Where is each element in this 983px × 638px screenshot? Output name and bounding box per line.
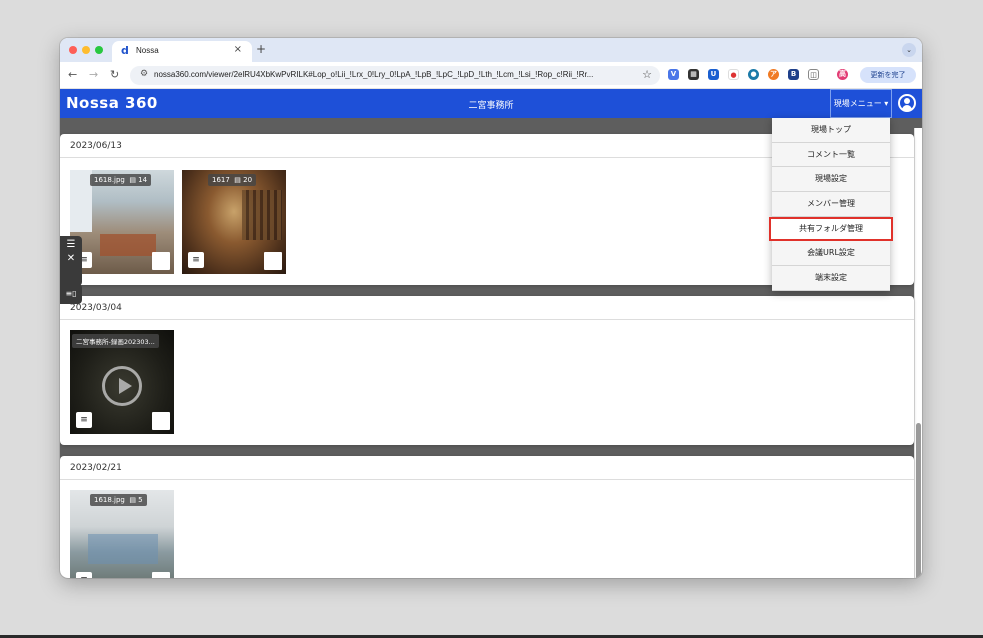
compass-extension-icon[interactable]: ● (748, 69, 759, 80)
section-date: 2023/03/04 (60, 296, 914, 320)
vivaldi-extension-icon[interactable]: V (668, 69, 679, 80)
profile-avatar[interactable]: 高 (837, 69, 848, 80)
select-checkbox[interactable] (264, 252, 282, 270)
menu-item-site-top[interactable]: 現場トップ (772, 118, 890, 143)
menu-item-meeting-url-settings[interactable]: 会議URL設定 (772, 241, 890, 267)
site-menu-dropdown: 現場トップ コメント一覧 現場設定 メンバー管理 共有フォルダ管理 会議URL設… (769, 118, 893, 291)
browser-window: d Nossa × + ⌄ ← → ↻ ⚙ nossa360.com/viewe… (60, 38, 922, 578)
scrollbar-thumb[interactable] (916, 423, 921, 578)
page-title: 二宮事務所 (468, 101, 514, 111)
date-section: 2023/02/21 1618.jpg ▤ 5 ≡ (60, 456, 914, 578)
menu-item-device-settings[interactable]: 端末設定 (772, 266, 890, 291)
qr-extension-icon[interactable]: ▦ (688, 69, 699, 80)
play-icon[interactable] (102, 366, 142, 406)
reload-icon[interactable]: ↻ (110, 68, 119, 82)
note-icon[interactable]: ≡ (76, 412, 92, 428)
thumbnail-label: 1618.jpg ▤ 14 (90, 174, 152, 186)
close-window-button[interactable] (69, 46, 77, 54)
panel-toggle-icon[interactable]: ≡▯ (60, 284, 82, 304)
list-icon[interactable]: ☰ (67, 239, 76, 250)
video-thumbnail[interactable]: 二宮事務所-録画202303... ≡ (70, 330, 174, 434)
account-icon[interactable] (898, 94, 916, 112)
menu-item-shared-folder-management[interactable]: 共有フォルダ管理 (769, 216, 893, 242)
site-menu-button[interactable]: 現場メニュー ▾ (830, 89, 892, 118)
photo-thumbnail[interactable]: 1618.jpg ▤ 5 ≡ (70, 490, 174, 578)
tab-title: Nossa (136, 46, 159, 55)
select-checkbox[interactable] (152, 412, 170, 430)
photo-thumbnail[interactable]: 1618.jpg ▤ 14 ≡ (70, 170, 174, 274)
note-icon[interactable]: ≡ (76, 572, 92, 578)
date-section: 2023/03/04 二宮事務所-録画202303... ≡ (60, 296, 914, 445)
browser-tab[interactable]: d Nossa × (112, 41, 252, 62)
select-checkbox[interactable] (152, 252, 170, 270)
thumbnail-label: 1617 ▤ 20 (208, 174, 257, 186)
back-arrow-icon[interactable]: ← (68, 68, 77, 82)
favicon-icon: d (121, 44, 129, 57)
new-tab-button[interactable]: + (256, 42, 266, 56)
menu-item-site-settings[interactable]: 現場設定 (772, 167, 890, 193)
section-date: 2023/02/21 (60, 456, 914, 480)
bookmark-star-icon[interactable]: ☆ (642, 68, 652, 81)
url-text: nossa360.com/viewer/2elRU4XbKwPvRILK#Lop… (154, 70, 594, 79)
forward-arrow-icon[interactable]: → (89, 68, 98, 82)
thumbnail-label: 1618.jpg ▤ 5 (90, 494, 147, 506)
tab-bar: d Nossa × + ⌄ (60, 38, 922, 62)
extensions-puzzle-icon[interactable]: ◫ (808, 69, 819, 80)
bitwarden-extension-icon[interactable]: U (708, 69, 719, 80)
orange-extension-icon[interactable]: ア (768, 69, 779, 80)
note-icon[interactable]: ≡ (188, 252, 204, 268)
update-button[interactable]: 更新を完了 (860, 67, 916, 83)
address-bar-row: ← → ↻ ⚙ nossa360.com/viewer/2elRU4XbKwPv… (60, 62, 922, 89)
site-info-icon[interactable]: ⚙ (140, 69, 148, 79)
thumbnail-label: 二宮事務所-録画202303... (72, 334, 159, 348)
select-checkbox[interactable] (152, 572, 170, 578)
maximize-window-button[interactable] (95, 46, 103, 54)
record-extension-icon[interactable]: ● (728, 69, 739, 80)
url-field[interactable]: ⚙ nossa360.com/viewer/2elRU4XbKwPvRILK#L… (130, 66, 660, 85)
scrollbar[interactable] (914, 128, 922, 578)
menu-item-comment-list[interactable]: コメント一覧 (772, 143, 890, 168)
menu-item-member-management[interactable]: メンバー管理 (772, 192, 890, 217)
app-header: Nossa 360 二宮事務所 現場メニュー ▾ (60, 89, 922, 118)
blue-extension-icon[interactable]: B (788, 69, 799, 80)
photo-thumbnail[interactable]: 1617 ▤ 20 ≡ (182, 170, 286, 274)
close-tab-icon[interactable]: × (234, 44, 242, 55)
tab-search-icon[interactable]: ⌄ (902, 43, 916, 57)
minimize-window-button[interactable] (82, 46, 90, 54)
list-toggle-tool[interactable]: ☰ ✕ (60, 236, 82, 286)
close-icon[interactable]: ✕ (67, 253, 75, 264)
